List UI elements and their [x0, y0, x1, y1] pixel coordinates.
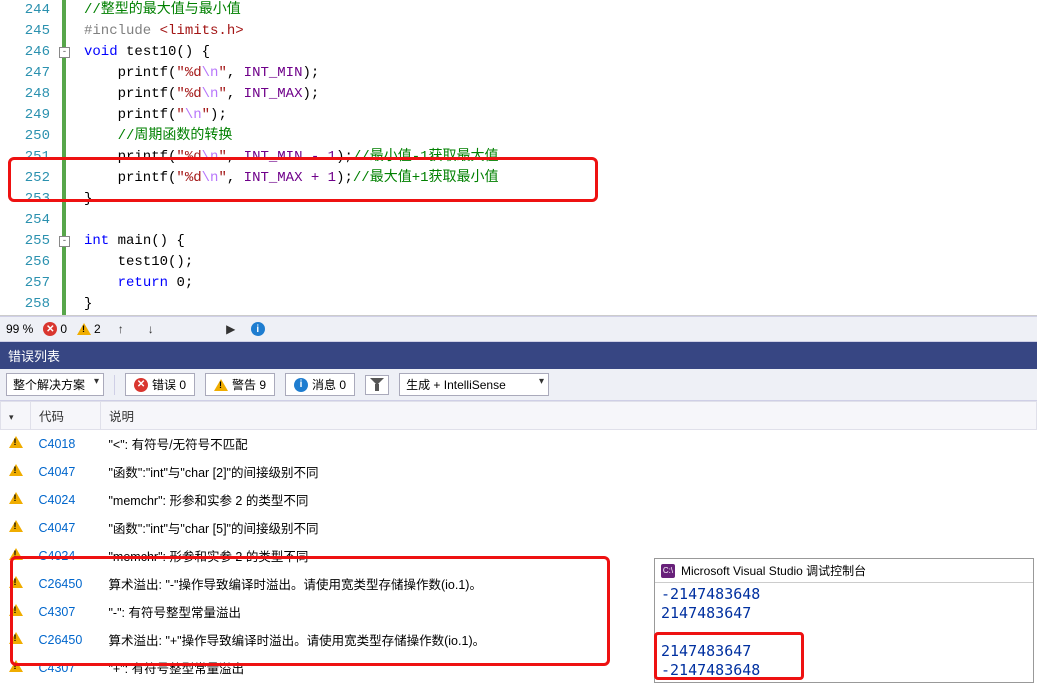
nav-down-button[interactable]: ↓: [141, 319, 161, 339]
code-line[interactable]: //周期函数的转换: [84, 126, 1037, 147]
line-number: 258: [0, 294, 50, 315]
filter-funnel-button[interactable]: [365, 375, 389, 395]
info-icon: i: [294, 378, 308, 392]
editor-status-bar: 99 % ✕ 0 2 ↑ ↓ ▶ i: [0, 316, 1037, 342]
warning-code[interactable]: C4024: [31, 542, 101, 570]
warning-icon: [9, 548, 23, 560]
warnings-filter-button[interactable]: 警告 9: [205, 373, 275, 396]
warning-icon: [9, 492, 23, 504]
line-number: 248: [0, 84, 50, 105]
code-line[interactable]: printf("\n");: [84, 105, 1037, 126]
warning-icon: [9, 436, 23, 448]
line-number: 251: [0, 147, 50, 168]
col-code[interactable]: 代码: [31, 402, 101, 430]
line-number: 246: [0, 42, 50, 63]
code-line[interactable]: printf("%d\n", INT_MIN - 1);//最小值-1获取最大值: [84, 147, 1037, 168]
table-row[interactable]: C4024"memchr": 形参和实参 2 的类型不同: [1, 486, 1037, 514]
warnings-filter-label: 警告 9: [232, 376, 266, 393]
error-icon: ✕: [134, 378, 148, 392]
code-line[interactable]: printf("%d\n", INT_MAX + 1);//最大值+1获取最小值: [84, 168, 1037, 189]
messages-filter-button[interactable]: i 消息 0: [285, 373, 355, 396]
code-area[interactable]: //整型的最大值与最小值#include <limits.h>void test…: [74, 0, 1037, 315]
code-line[interactable]: [84, 210, 1037, 231]
warning-description: "<": 有符号/无符号不匹配: [101, 430, 1037, 458]
debug-console-window[interactable]: C:\ Microsoft Visual Studio 调试控制台 -21474…: [654, 558, 1034, 683]
line-number: 253: [0, 189, 50, 210]
code-line[interactable]: return 0;: [84, 273, 1037, 294]
fold-toggle[interactable]: -: [59, 47, 70, 58]
warning-icon: [9, 660, 23, 672]
warning-description: "memchr": 形参和实参 2 的类型不同: [101, 486, 1037, 514]
code-line[interactable]: #include <limits.h>: [84, 21, 1037, 42]
warning-icon: [9, 576, 23, 588]
error-count[interactable]: ✕ 0: [43, 322, 67, 336]
scope-combo[interactable]: 整个解决方案: [6, 373, 104, 396]
line-number: 250: [0, 126, 50, 147]
warning-code[interactable]: C4018: [31, 430, 101, 458]
funnel-icon: [370, 378, 384, 392]
code-line[interactable]: //整型的最大值与最小值: [84, 0, 1037, 21]
errorlist-title: 错误列表: [0, 342, 1037, 369]
warning-icon: [77, 323, 91, 335]
fold-toggle[interactable]: -: [59, 236, 70, 247]
table-row[interactable]: C4047"函数":"int"与"char [5]"的间接级别不同: [1, 514, 1037, 542]
warning-icon: [9, 464, 23, 476]
col-desc[interactable]: 说明: [101, 402, 1037, 430]
source-combo[interactable]: 生成 + IntelliSense: [399, 373, 549, 396]
code-line[interactable]: }: [84, 294, 1037, 315]
warning-icon: [9, 632, 23, 644]
zoom-level[interactable]: 99 %: [6, 322, 33, 336]
warning-code[interactable]: C26450: [31, 570, 101, 598]
warning-code[interactable]: C4307: [31, 654, 101, 682]
warning-description: "函数":"int"与"char [2]"的间接级别不同: [101, 458, 1037, 486]
step-button[interactable]: ▶: [221, 319, 241, 339]
line-number-gutter: 2442452462472482492502512522532542552562…: [0, 0, 60, 315]
console-app-icon: C:\: [661, 564, 675, 578]
error-count-value: 0: [60, 322, 67, 336]
code-line[interactable]: void test10() {: [84, 42, 1037, 63]
fold-column: --: [60, 0, 74, 315]
console-output[interactable]: -2147483648 2147483647 2147483647 -21474…: [655, 583, 1033, 682]
errorlist-toolbar: 整个解决方案 ✕ 错误 0 警告 9 i 消息 0 生成 + IntelliSe…: [0, 369, 1037, 401]
line-number: 247: [0, 63, 50, 84]
warning-description: "函数":"int"与"char [5]"的间接级别不同: [101, 514, 1037, 542]
warning-icon: [9, 604, 23, 616]
line-number: 257: [0, 273, 50, 294]
error-icon: ✕: [43, 322, 57, 336]
code-line[interactable]: int main() {: [84, 231, 1037, 252]
code-line[interactable]: printf("%d\n", INT_MAX);: [84, 84, 1037, 105]
warning-icon: [9, 520, 23, 532]
line-number: 252: [0, 168, 50, 189]
warning-code[interactable]: C4024: [31, 486, 101, 514]
warning-code[interactable]: C4047: [31, 458, 101, 486]
col-icon[interactable]: ▾: [1, 402, 31, 430]
line-number: 245: [0, 21, 50, 42]
code-line[interactable]: printf("%d\n", INT_MIN);: [84, 63, 1037, 84]
info-icon: i: [251, 322, 265, 336]
table-row[interactable]: C4018"<": 有符号/无符号不匹配: [1, 430, 1037, 458]
table-row[interactable]: C4047"函数":"int"与"char [2]"的间接级别不同: [1, 458, 1037, 486]
errors-filter-button[interactable]: ✕ 错误 0: [125, 373, 195, 396]
code-editor[interactable]: 2442452462472482492502512522532542552562…: [0, 0, 1037, 316]
console-titlebar[interactable]: C:\ Microsoft Visual Studio 调试控制台: [655, 559, 1033, 583]
warning-count-value: 2: [94, 322, 101, 336]
messages-filter-label: 消息 0: [312, 376, 346, 393]
nav-up-button[interactable]: ↑: [111, 319, 131, 339]
line-number: 255: [0, 231, 50, 252]
line-number: 254: [0, 210, 50, 231]
warning-code[interactable]: C4047: [31, 514, 101, 542]
errors-filter-label: 错误 0: [152, 376, 186, 393]
warning-icon: [214, 379, 228, 391]
warning-code[interactable]: C26450: [31, 626, 101, 654]
code-line[interactable]: test10();: [84, 252, 1037, 273]
line-number: 256: [0, 252, 50, 273]
warning-code[interactable]: C4307: [31, 598, 101, 626]
code-line[interactable]: }: [84, 189, 1037, 210]
line-number: 249: [0, 105, 50, 126]
line-number: 244: [0, 0, 50, 21]
warning-count[interactable]: 2: [77, 322, 101, 336]
divider: [114, 375, 115, 395]
console-title-text: Microsoft Visual Studio 调试控制台: [681, 562, 866, 579]
